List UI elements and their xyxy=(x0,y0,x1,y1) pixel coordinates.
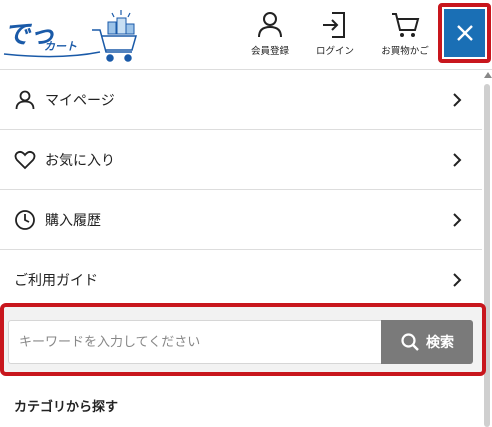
cart-icon xyxy=(392,13,420,37)
menu-item-purchase-history[interactable]: 購入履歴 xyxy=(0,190,482,250)
chevron-right-icon xyxy=(453,213,462,227)
register-label: 会員登録 xyxy=(250,46,289,57)
logo-subtext: カート xyxy=(44,40,77,53)
menu-item-label: マイページ xyxy=(45,92,115,109)
chevron-right-icon xyxy=(453,93,462,107)
search-icon xyxy=(401,333,419,351)
search-button-label: 検索 xyxy=(426,335,454,351)
close-icon xyxy=(456,25,473,41)
login-button[interactable]: ログイン xyxy=(305,10,365,60)
site-logo[interactable]: でっ カート xyxy=(0,8,145,66)
register-button[interactable]: 会員登録 xyxy=(240,10,300,60)
heart-icon xyxy=(14,150,36,169)
scroll-up-icon[interactable] xyxy=(484,72,492,78)
menu-list: マイページ お気に入り 購入履歴 ご利用ガイド xyxy=(0,70,482,310)
cart-label: お買物かご xyxy=(381,46,429,57)
menu-item-label: ご利用ガイド xyxy=(14,272,98,289)
menu-item-label: 購入履歴 xyxy=(45,212,101,229)
login-label: ログイン xyxy=(315,46,354,57)
menu-item-guide[interactable]: ご利用ガイド xyxy=(0,250,482,310)
header: でっ カート 会員登録 ログイン お買物かご xyxy=(0,0,492,70)
close-button-highlight xyxy=(438,3,491,63)
menu-item-label: お気に入り xyxy=(45,152,115,169)
search-input[interactable] xyxy=(8,320,382,364)
person-icon xyxy=(15,90,35,109)
clock-icon xyxy=(15,209,35,230)
menu-item-mypage[interactable]: マイページ xyxy=(0,70,482,130)
menu-drawer: でっ カート 会員登録 ログイン お買物かご マイページ お気に入り 購入履歴 … xyxy=(0,0,492,427)
login-icon xyxy=(323,12,345,38)
search-area-highlight: 検索 xyxy=(0,303,486,376)
cart-button[interactable]: お買物かご xyxy=(375,10,435,60)
category-section-title: カテゴリから探す xyxy=(14,400,119,415)
person-icon xyxy=(258,12,282,38)
search-button[interactable]: 検索 xyxy=(381,320,473,364)
menu-item-favorites[interactable]: お気に入り xyxy=(0,130,482,190)
scrollbar-thumb[interactable] xyxy=(484,84,490,427)
chevron-right-icon xyxy=(453,273,462,287)
close-button[interactable] xyxy=(444,9,485,57)
chevron-right-icon xyxy=(453,153,462,167)
